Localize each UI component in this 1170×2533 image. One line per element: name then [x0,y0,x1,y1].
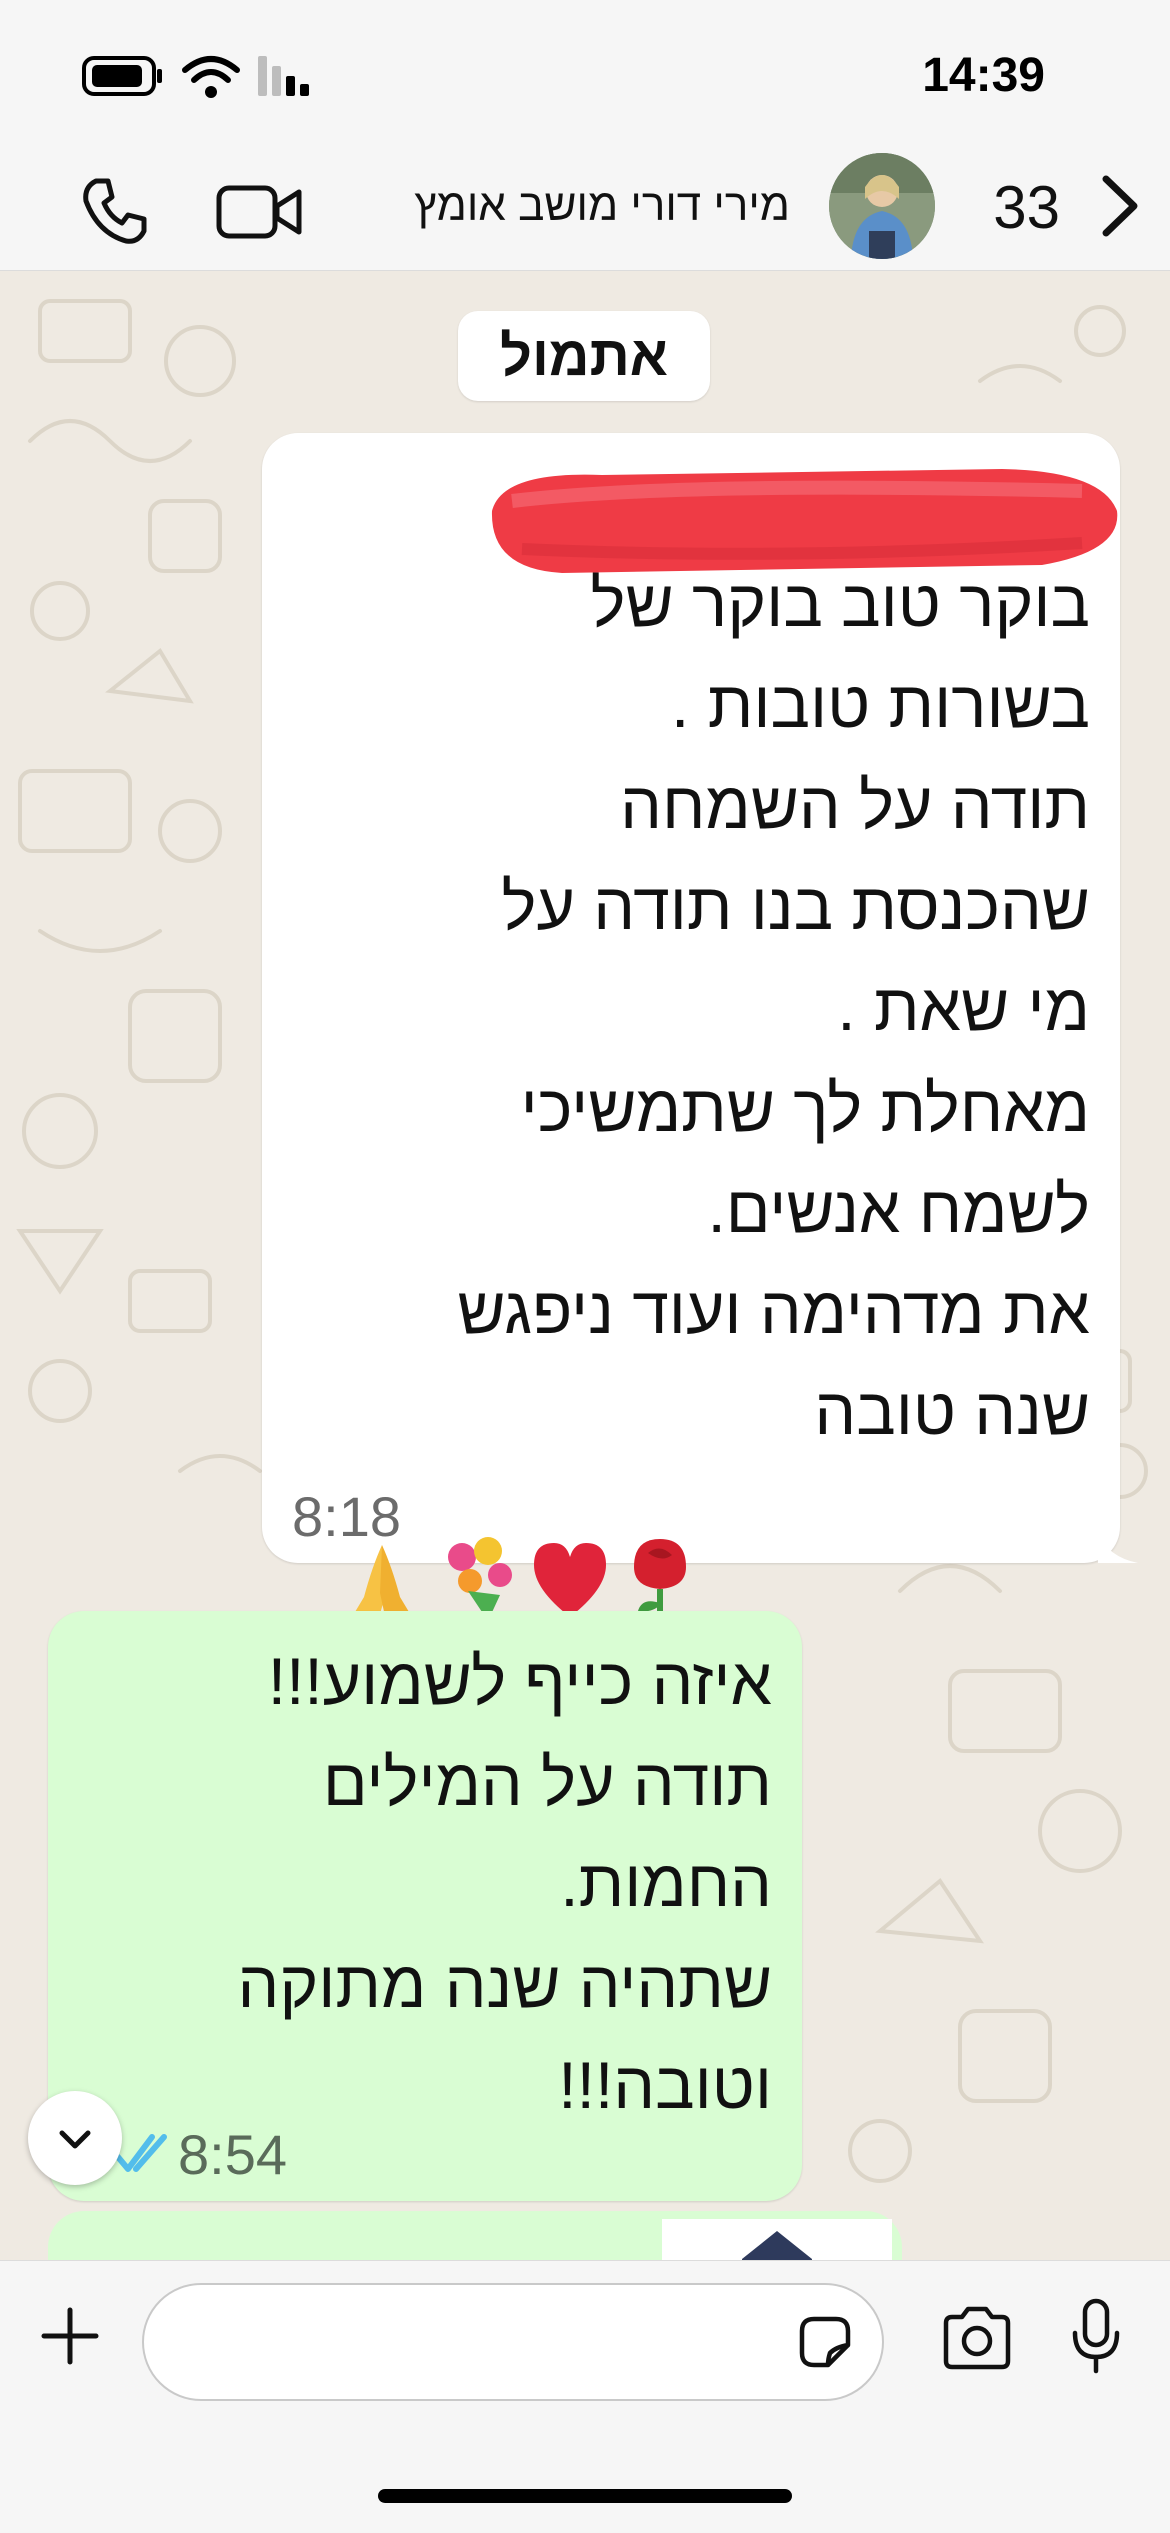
camera-button[interactable] [940,2305,1014,2371]
video-icon [216,185,302,239]
message-input[interactable] [142,2283,884,2401]
incoming-message[interactable]: בוקר טוב בוקר של בשורות טובות . תודה על … [262,433,1138,1623]
sticker-icon [799,2316,851,2368]
red-heart-icon [534,1543,606,1617]
wifi-icon [182,56,240,98]
status-icons [80,52,320,102]
home-indicator[interactable] [378,2489,792,2503]
bubble-tail [1098,1533,1138,1563]
contact-name[interactable]: מירי דורי מושב אומץ [414,181,790,231]
chat-area[interactable]: אתמול בוקר טוב בוקר של בשורות טובות . תו… [0,271,1170,2260]
unread-count[interactable]: 33 [993,173,1060,242]
message-line: מי שאת . [837,970,1090,1044]
chevron-right-icon [1102,175,1138,237]
message-time: 8:54 [178,2123,287,2186]
message-line: שנה טובה [814,1374,1090,1448]
input-bar [0,2260,1170,2533]
date-separator: אתמול [458,311,710,401]
read-receipt-icon [115,2134,167,2172]
rose-icon [634,1539,686,1621]
message-time: 8:18 [292,1485,401,1548]
message-line: לשמח אנשים. [707,1172,1090,1246]
message-line: וטובה!!! [558,2048,772,2122]
chevron-down-icon [59,2130,91,2149]
status-bar: 14:39 [0,0,1170,145]
voice-call-button[interactable] [78,175,150,247]
phone-icon [83,178,147,244]
video-call-button[interactable] [215,180,305,244]
sticker-button[interactable] [796,2313,854,2371]
message-line: שהכנסת בנו תודה על [501,869,1090,943]
attach-button[interactable] [40,2306,100,2366]
microphone-button[interactable] [1070,2297,1122,2377]
message-line: תודה על השמחה [620,768,1090,842]
message-line: את מדהימה ועוד ניפגש [457,1273,1090,1347]
battery-icon [82,56,162,96]
chat-header: מירי דורי מושב אומץ 33 [0,145,1170,271]
microphone-icon [1072,2298,1120,2374]
scroll-to-bottom-button[interactable] [28,2091,122,2185]
camera-icon [943,2306,1011,2370]
back-button[interactable] [1090,171,1150,241]
partial-message[interactable] [48,2211,902,2260]
message-text: איזה כייף לשמוע!!! תודה על המילים החמות.… [52,1631,772,2136]
message-line: החמות. [560,1846,772,1920]
plus-icon [41,2307,99,2365]
signal-icon [258,56,309,96]
message-line: איזה כייף לשמוע!!! [267,1644,772,1718]
message-line: שתהיה שנה מתוקה [237,1947,772,2021]
message-line: בשורות טובות . [671,667,1090,741]
outgoing-message[interactable]: איזה כייף לשמוע!!! תודה על המילים החמות.… [48,1611,802,2201]
message-line: מאחלת לך שתמשיכי [520,1071,1090,1145]
avatar[interactable] [829,153,935,259]
status-time: 14:39 [922,49,1045,102]
message-line: בוקר טוב בוקר של [590,566,1090,640]
link-preview-image [662,2219,892,2260]
message-text: בוקר טוב בוקר של בשורות טובות . תודה על … [290,553,1090,1462]
message-line: תודה על המילים [322,1745,772,1819]
bouquet-icon [448,1537,512,1621]
